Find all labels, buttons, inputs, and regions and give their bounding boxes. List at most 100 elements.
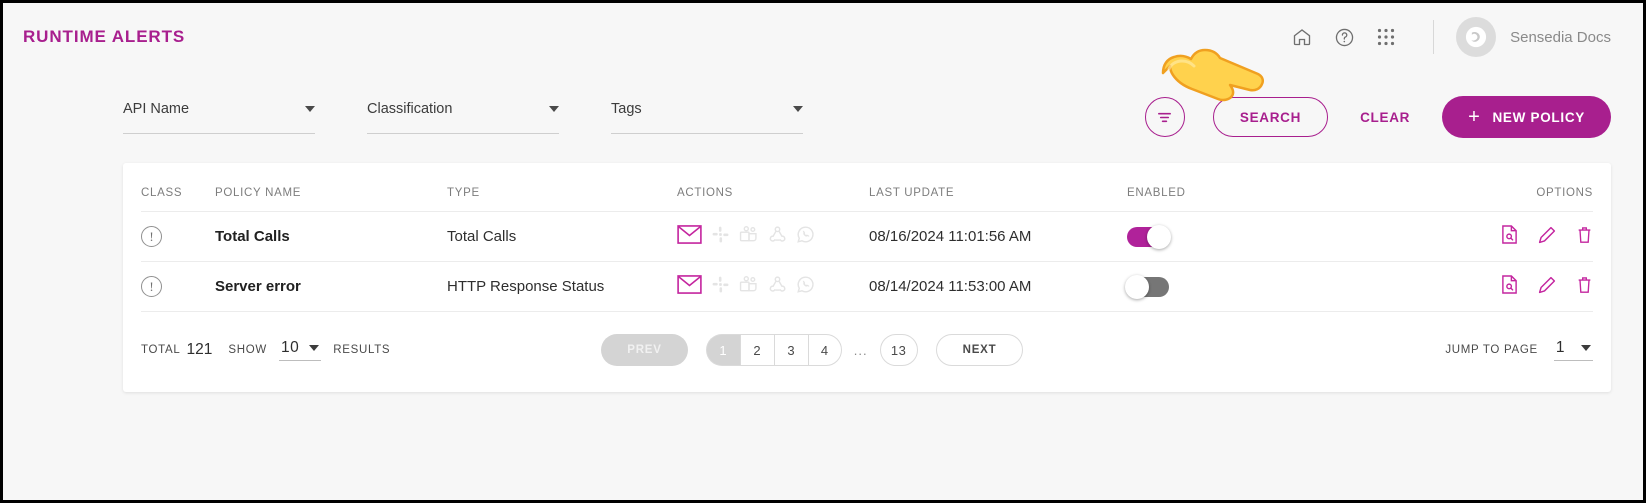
edit-icon[interactable] <box>1538 276 1556 298</box>
total-label: TOTAL <box>141 344 181 356</box>
home-icon[interactable] <box>1281 16 1323 58</box>
chevron-down-icon <box>549 106 559 112</box>
toggle-knob <box>1147 224 1171 249</box>
alert-circle-icon: ! <box>141 226 162 247</box>
webhook-icon[interactable] <box>768 225 787 248</box>
header-actions: Sensedia Docs <box>1281 16 1611 58</box>
filter-tags-label: Tags <box>611 101 642 117</box>
delete-icon[interactable] <box>1576 226 1593 248</box>
results-label: RESULTS <box>333 344 391 356</box>
cell-last-update: 08/14/2024 11:53:00 AM <box>869 261 1127 312</box>
email-icon[interactable] <box>677 225 702 248</box>
filter-api-name-label: API Name <box>123 101 190 117</box>
pagination-page-2[interactable]: 2 <box>739 334 774 366</box>
pagination-ellipsis: ... <box>853 342 868 358</box>
th-class: CLASS <box>141 163 215 212</box>
new-policy-label: NEW POLICY <box>1492 109 1585 125</box>
cell-options <box>1327 211 1593 262</box>
policy-name-text: Total Calls <box>215 228 290 245</box>
pagination-last-page[interactable]: 13 <box>879 334 918 366</box>
edit-icon[interactable] <box>1538 226 1556 248</box>
alert-circle-icon: ! <box>141 276 162 297</box>
clear-button[interactable]: CLEAR <box>1360 110 1410 125</box>
avatar[interactable] <box>1456 17 1497 57</box>
chevron-down-icon <box>793 106 803 112</box>
cell-policy-name: Server error <box>215 261 447 312</box>
cell-actions <box>677 261 869 312</box>
slack-icon[interactable] <box>711 275 730 298</box>
header-divider <box>1433 20 1435 54</box>
filter-classification-label: Classification <box>367 101 453 117</box>
teams-icon[interactable] <box>739 225 759 248</box>
filter-bar: API Name Classification Tags SEARCH CLEA… <box>3 71 1643 163</box>
cell-class: ! <box>141 211 215 262</box>
show-results-select[interactable]: 10 <box>278 339 322 361</box>
page-title: RUNTIME ALERTS <box>23 27 186 46</box>
filter-classification[interactable]: Classification <box>367 100 559 134</box>
cell-policy-name: Total Calls <box>215 211 447 262</box>
teams-icon[interactable] <box>739 275 759 298</box>
th-actions: ACTIONS <box>677 163 869 212</box>
cell-enabled <box>1125 261 1327 312</box>
show-value: 10 <box>280 339 300 356</box>
app-window: RUNTIME ALERTS Sensedia Docs API Name Cl… <box>0 0 1646 503</box>
th-last-update: LAST UPDATE <box>869 163 1127 212</box>
options-icon-group <box>1327 275 1593 298</box>
filter-api-name[interactable]: API Name <box>123 100 315 134</box>
table-row[interactable]: ! Total Calls Total Calls 08/16/2024 11:… <box>141 211 1593 262</box>
app-header: RUNTIME ALERTS Sensedia Docs <box>3 3 1643 71</box>
toggle-knob <box>1125 274 1149 299</box>
cell-actions <box>677 211 869 262</box>
cell-enabled <box>1127 211 1327 262</box>
pagination-page-4[interactable]: 4 <box>807 334 842 366</box>
jump-to-page-select[interactable]: 1 <box>1553 339 1593 361</box>
search-button[interactable]: SEARCH <box>1212 97 1329 137</box>
view-log-icon[interactable] <box>1501 275 1518 298</box>
pagination-page-3[interactable]: 3 <box>773 334 808 366</box>
th-options: OPTIONS <box>1327 163 1593 212</box>
th-enabled: ENABLED <box>1127 163 1327 212</box>
plus-icon: + <box>1468 106 1481 128</box>
table-header: CLASS POLICY NAME TYPE ACTIONS LAST UPDA… <box>141 163 1593 212</box>
email-icon[interactable] <box>677 275 702 298</box>
total-value: 121 <box>186 341 213 358</box>
cell-class: ! <box>141 261 215 312</box>
filter-actions: SEARCH CLEAR + NEW POLICY <box>1144 96 1611 138</box>
filter-icon-button[interactable] <box>1144 97 1185 137</box>
view-log-icon[interactable] <box>1501 225 1518 248</box>
pagination-next-button[interactable]: NEXT <box>935 334 1024 366</box>
whatsapp-icon[interactable] <box>796 225 815 248</box>
whatsapp-icon[interactable] <box>796 275 815 298</box>
chevron-down-icon <box>309 345 320 351</box>
cell-last-update: 08/16/2024 11:01:56 AM <box>869 211 1127 262</box>
help-icon[interactable] <box>1323 16 1365 58</box>
enabled-toggle[interactable] <box>1127 224 1171 249</box>
slack-icon[interactable] <box>711 225 730 248</box>
show-label: SHOW <box>228 344 267 356</box>
cell-type: Total Calls <box>447 211 677 262</box>
action-icon-group <box>677 275 869 298</box>
pagination: PREV 1 2 3 4 ... 13 NEXT <box>601 334 1024 366</box>
th-policy-name: POLICY NAME <box>215 163 447 212</box>
cell-type: HTTP Response Status <box>447 261 677 312</box>
pagination-page-1[interactable]: 1 <box>705 334 740 366</box>
webhook-icon[interactable] <box>768 275 787 298</box>
apps-grid-icon[interactable] <box>1365 16 1407 58</box>
pagination-pages: 1 2 3 4 <box>705 334 842 366</box>
cell-options <box>1327 261 1593 312</box>
jump-to-page: JUMP TO PAGE 1 <box>1445 339 1593 361</box>
pagination-prev-button[interactable]: PREV <box>601 334 688 366</box>
policies-card: CLASS POLICY NAME TYPE ACTIONS LAST UPDA… <box>123 163 1611 392</box>
filter-tags[interactable]: Tags <box>611 100 803 134</box>
policy-name-text: Server error <box>215 278 301 295</box>
user-name: Sensedia Docs <box>1510 28 1611 46</box>
table-row[interactable]: ! Server error HTTP Response Status 08/1… <box>141 261 1593 312</box>
table-footer: TOTAL 121 SHOW 10 RESULTS PREV 1 2 3 4 .… <box>141 312 1593 392</box>
options-icon-group <box>1327 225 1593 248</box>
table-header-row: CLASS POLICY NAME TYPE ACTIONS LAST UPDA… <box>141 163 1593 212</box>
jump-to-page-value: 1 <box>1555 339 1565 356</box>
enabled-toggle[interactable] <box>1125 274 1169 299</box>
delete-icon[interactable] <box>1576 276 1593 298</box>
new-policy-button[interactable]: + NEW POLICY <box>1442 96 1611 138</box>
chevron-down-icon <box>1580 345 1591 351</box>
